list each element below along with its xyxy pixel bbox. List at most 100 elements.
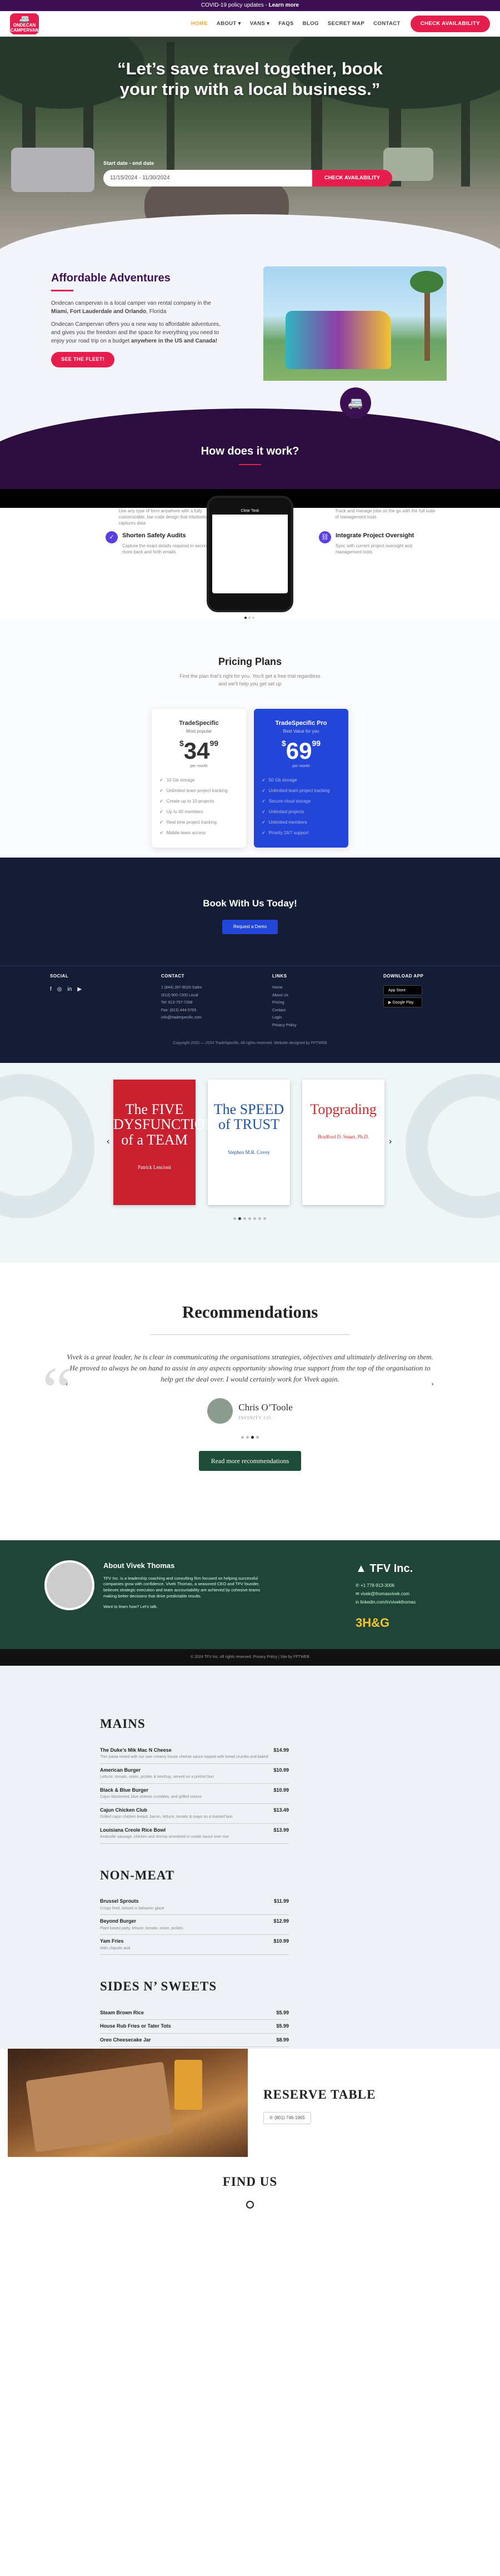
plan-feature: Up to 40 members — [159, 809, 238, 815]
carousel-dot[interactable] — [258, 1217, 261, 1220]
feature-project-oversight: ⛓ Integrate Project Oversight Sync with … — [319, 531, 436, 555]
main-nav: Home About ▾ Vans ▾ FAQs Blog Secret Map Conta… — [191, 20, 401, 28]
carousel-dot[interactable] — [263, 1217, 266, 1220]
menu-item-header: Beyond Burger $12.99 — [100, 1918, 289, 1925]
menu-item-desc: Thin pasta mixed with our own creamy hou… — [100, 1755, 268, 1759]
learn-more-link[interactable]: Learn more — [269, 2, 299, 8]
rec-prev-arrow[interactable]: ‹ — [66, 1378, 68, 1390]
nav-item-blog[interactable]: Blog — [303, 20, 319, 28]
footer-link[interactable]: Privacy Policy — [272, 1023, 339, 1029]
nav-item-faqs[interactable]: FAQs — [278, 20, 293, 28]
carousel-dot[interactable] — [241, 1435, 244, 1439]
carousel-dot[interactable] — [248, 1217, 251, 1220]
painted-van — [286, 311, 391, 369]
see-fleet-button[interactable]: See the fleet! — [51, 352, 115, 367]
book-author: Bradford D. Smart, Ph.D. — [317, 1134, 369, 1140]
nav-item-home[interactable]: Home — [191, 20, 208, 28]
carousel-dot[interactable] — [244, 617, 247, 619]
menu-item-name: House Rub Fries or Tater Tots — [100, 2023, 171, 2029]
instagram-icon[interactable]: ◎ — [57, 985, 62, 994]
price-currency: $ — [281, 738, 286, 748]
menu-item-header: Brussel Sprouts $11.99 — [100, 1898, 289, 1905]
contact-line[interactable]: Fax: (813) 444-5765 — [161, 1008, 228, 1014]
footer-link[interactable]: About Us — [272, 993, 339, 999]
menu-section-title: NON-MEAT — [100, 1868, 175, 1882]
reserve-phone: (801) 746-1965 — [274, 2115, 305, 2120]
youtube-icon[interactable]: ▶ — [77, 985, 82, 994]
title-underline — [51, 290, 73, 291]
contact-line[interactable]: 1 (844) 287-8020 Sales — [161, 985, 228, 991]
carousel-dot[interactable] — [238, 1217, 241, 1220]
menu-item-name: Louisiana Creole Rice Bowl — [100, 1827, 166, 1833]
book-cover[interactable]: The FIVE DYSFUNCTIONS of a TEAM Patrick L… — [113, 1080, 223, 1205]
footer-link[interactable]: Contact — [272, 1008, 339, 1014]
menu-item-header: Black & Blue Burger $10.99 — [100, 1787, 289, 1794]
footer-link[interactable]: Home — [272, 985, 339, 991]
nav-item-contact[interactable]: Contact — [373, 20, 401, 28]
van-logo-icon: 🚐 — [19, 14, 30, 24]
book-cover[interactable]: Topgrading Bradford D. Smart, Ph.D. — [302, 1080, 384, 1205]
request-demo-button[interactable]: Request a Demo — [222, 919, 278, 934]
tfv-logo: ▲ TFV Inc. — [356, 1560, 416, 1577]
menu-item: House Rub Fries or Tater Tots $5.99 — [100, 2020, 289, 2034]
footer-copyright: Copyright 2020 — 2024 TradeSpecific. All… — [0, 1038, 500, 1063]
menu-item-header: Yam Fries $10.99 — [100, 1938, 289, 1945]
nav-item-vans[interactable]: Vans ▾ — [250, 20, 270, 28]
how-underline — [239, 464, 261, 465]
phone-row[interactable]: ✆ +1 778-913-3006 — [356, 1582, 416, 1589]
footer-link[interactable]: Login — [272, 1015, 339, 1021]
books-prev-arrow[interactable]: ‹ — [107, 1135, 109, 1148]
email-row[interactable]: ✉ vivek@thomasvivek.com — [356, 1591, 416, 1597]
about-cta-link[interactable]: Want to learn how? Let's talk. — [103, 1604, 264, 1610]
google-play-badge[interactable]: ▶ Google Play — [383, 997, 422, 1007]
menu-item-name: The Duke’s Mik Mac N Cheese — [100, 1747, 172, 1753]
carousel-dot[interactable] — [246, 1435, 249, 1439]
how-title: How does it work? — [201, 445, 299, 457]
check-availability-button[interactable]: Check Availability — [312, 170, 392, 187]
plan-period: per month — [190, 764, 208, 768]
plan-feature: Secure cloud storage — [262, 798, 341, 805]
rec-next-arrow[interactable]: › — [431, 1378, 434, 1390]
footer-link[interactable]: Pricing — [272, 1000, 339, 1006]
hero-headline: “Let’s save travel together, book your t… — [117, 59, 383, 99]
campervan-photo — [263, 266, 447, 390]
linkedin-row[interactable]: in linkedin.com/in/vivekthomas — [356, 1599, 416, 1606]
menu-item-price: $10.99 — [273, 1787, 289, 1793]
app-store-badge[interactable]: App Store — [383, 985, 422, 995]
app-store-label: App Store — [388, 989, 406, 992]
availability-form: Start date - end date 11/15/2024 - 11/30… — [103, 160, 392, 187]
phone-screen-title: Clear Task — [212, 508, 288, 515]
nav-item-about[interactable]: About ▾ — [217, 20, 241, 28]
recommendation-quote: Vivek is a great leader, he is clear in … — [67, 1352, 433, 1383]
contact-line[interactable]: Tel: 813-757-7268 — [161, 1000, 228, 1006]
read-more-recommendations-button[interactable]: Read more recommendations — [198, 1450, 302, 1471]
carousel-dot[interactable] — [251, 1435, 254, 1439]
recommendation-author: Chris O’Toole INFINITY CO. — [0, 1398, 500, 1424]
nav-item-secret-map[interactable]: Secret Map — [328, 20, 364, 28]
beer-glass — [174, 2060, 202, 2110]
menu-item-price: $10.99 — [273, 1938, 289, 1944]
carousel-dot[interactable] — [248, 617, 251, 619]
menu-item: Steam Brown Rice $5.99 — [100, 2007, 289, 2020]
reserve-phone-button[interactable]: ✆ (801) 746-1965 — [263, 2112, 311, 2124]
author-name: Chris O’Toole — [238, 1402, 293, 1413]
date-range-input[interactable]: 11/15/2024 - 11/30/2024 — [103, 170, 312, 187]
carousel-dot[interactable] — [243, 1217, 246, 1220]
contact-line[interactable]: (813) 900-7200 Local — [161, 993, 228, 999]
carousel-dot[interactable] — [256, 1435, 259, 1439]
contact-line[interactable]: info@tradespecific.com — [161, 1015, 228, 1021]
carousel-dot[interactable] — [233, 1217, 236, 1220]
books-next-arrow[interactable]: › — [389, 1135, 392, 1148]
check-availability-header-button[interactable]: Check Availability — [410, 15, 490, 33]
menu-item: American Burger $10.99 Lettuce, tomato, on… — [100, 1764, 289, 1784]
facebook-icon[interactable]: f — [50, 985, 52, 994]
menu-section-title: SIDES N’ SWEETS — [100, 1979, 217, 1993]
affordable-p1-text: Ondecan campervan is a local camper van … — [51, 300, 211, 306]
carousel-dot[interactable] — [252, 617, 254, 619]
site-logo[interactable]: 🚐 ONDECAN CAMPERVAN — [10, 13, 39, 34]
book-cover[interactable]: The SPEED of TRUST Stephen M.R. Covey — [208, 1080, 290, 1205]
carousel-dot[interactable] — [253, 1217, 256, 1220]
hg-logo: 3H&G — [356, 1616, 390, 1630]
recommendations-section: Recommendations “ ‹ › Vivek is a great l… — [0, 1263, 500, 1540]
linkedin-icon[interactable]: in — [68, 985, 72, 994]
